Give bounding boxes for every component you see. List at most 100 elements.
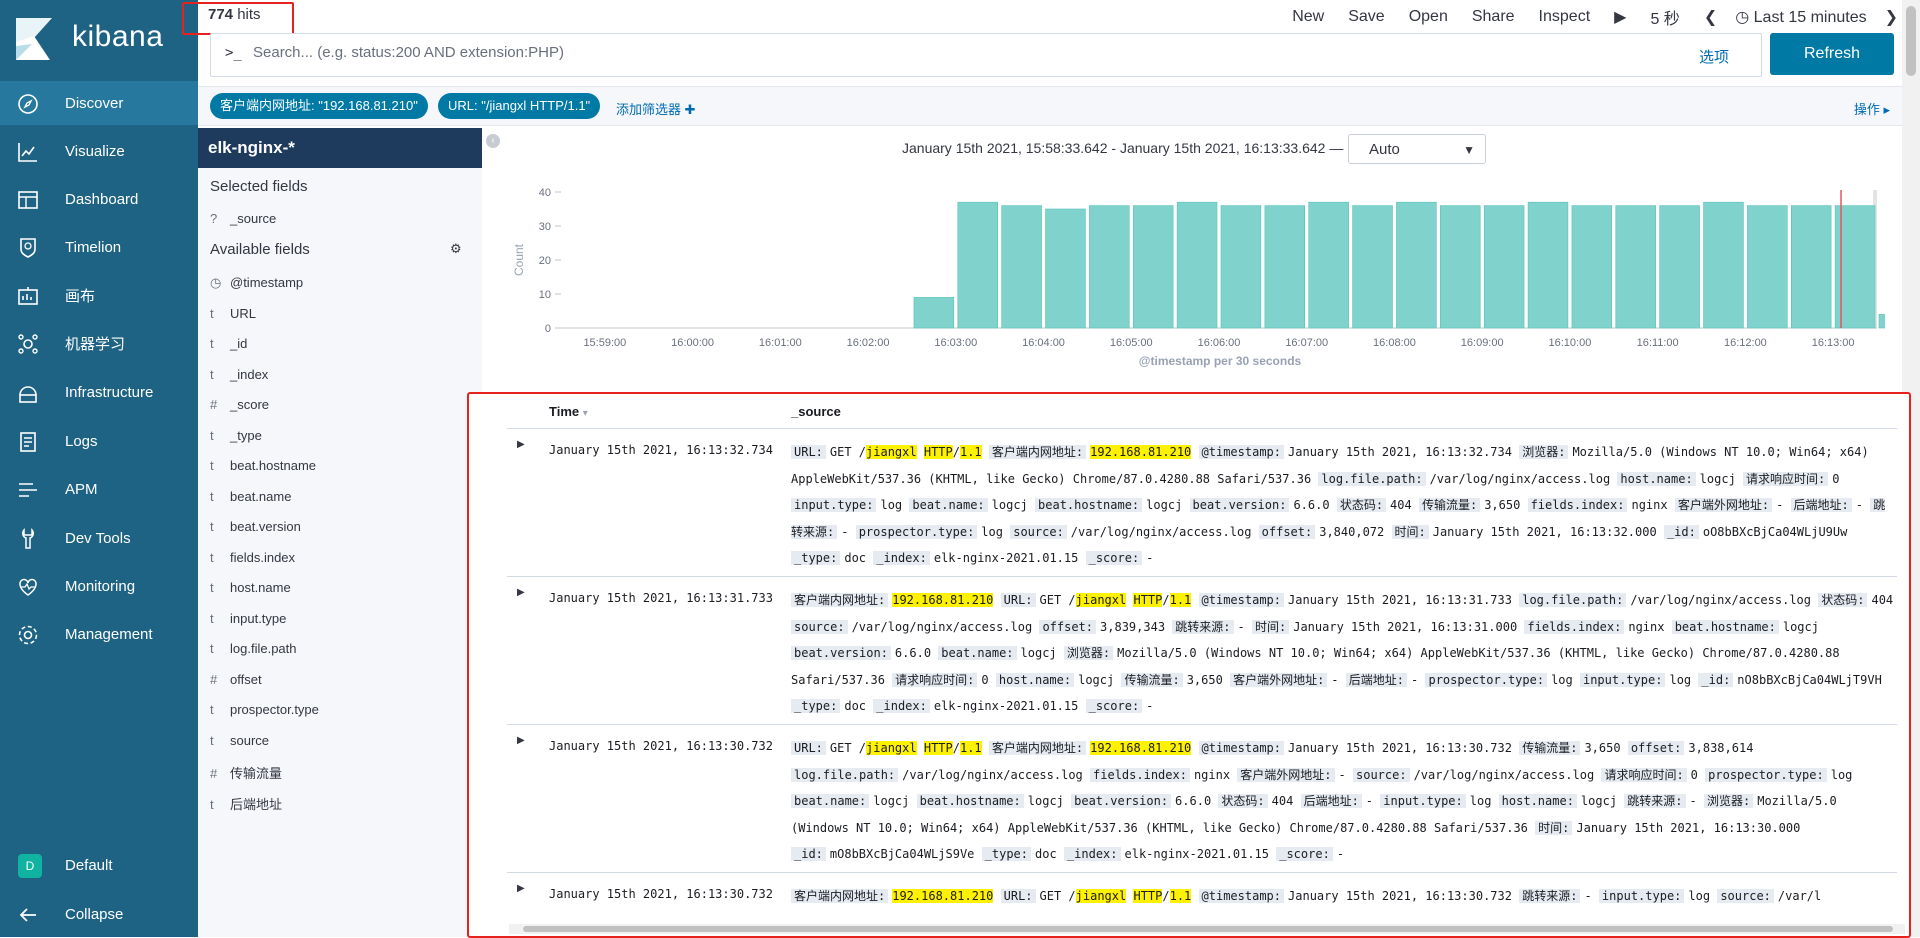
chevron-left-icon[interactable]: ❮: [1704, 7, 1717, 27]
scrollbar-thumb[interactable]: [1906, 6, 1916, 76]
space-selector[interactable]: D Default: [0, 843, 198, 887]
expand-row-icon[interactable]: ▶: [517, 735, 525, 746]
field-item[interactable]: ◷ @timestamp: [210, 275, 303, 291]
field-item[interactable]: t prospector.type: [210, 702, 319, 717]
source-value: -: [1146, 699, 1154, 713]
open-button[interactable]: Open: [1409, 8, 1448, 26]
source-key: _score:: [1276, 847, 1333, 861]
source-value: log: [1551, 672, 1573, 687]
source-value: doc: [844, 551, 867, 565]
kibana-logo[interactable]: kibana: [10, 14, 190, 64]
source-value: 6.6.0: [1293, 498, 1330, 512]
source-key: beat.version:: [791, 646, 891, 660]
field-item[interactable]: # _score: [210, 397, 269, 412]
collapse-button[interactable]: Collapse: [0, 892, 198, 936]
play-icon[interactable]: ▶: [1614, 7, 1626, 27]
actions-menu[interactable]: 操作 ▸: [1854, 99, 1890, 118]
filter-bar: 客户端内网地址: "192.168.81.210" URL: "/jiangxl…: [198, 86, 1902, 126]
time-picker[interactable]: ◷ Last 15 minutes: [1735, 7, 1866, 27]
options-button[interactable]: 选项: [1699, 46, 1729, 67]
field-item[interactable]: t 后端地址: [210, 794, 282, 813]
refresh-button[interactable]: Refresh: [1770, 33, 1894, 75]
source-field: 客户端内网地址: 192.168.81.210: [988, 445, 1192, 459]
source-value: 404: [1390, 498, 1412, 512]
source-field: 状态码: 404: [1336, 498, 1412, 512]
sidebar-item-infrastructure[interactable]: Infrastructure: [0, 370, 198, 414]
add-filter-button[interactable]: 添加筛选器 ✚: [616, 99, 696, 118]
filter-pill[interactable]: 客户端内网地址: "192.168.81.210": [210, 93, 428, 119]
highlighted-value: jiangxl: [866, 445, 917, 459]
source-field: 状态码: 404: [1818, 593, 1893, 607]
source-key: URL:: [791, 445, 826, 459]
source-field: log.file.path:/var/log/nginx/access.log: [1318, 471, 1610, 486]
sidebar-item-dashboard[interactable]: Dashboard: [0, 177, 198, 221]
field-item[interactable]: t source: [210, 733, 269, 748]
source-field: 客户端内网地址: 192.168.81.210: [791, 889, 994, 903]
field-item[interactable]: # offset: [210, 672, 262, 687]
expand-row-icon[interactable]: ▶: [517, 883, 525, 894]
sidebar-item-apm[interactable]: APM: [0, 467, 198, 511]
source-value: /: [1162, 889, 1170, 903]
source-key: _score:: [1085, 551, 1143, 565]
interval-select[interactable]: Auto ▼: [1348, 134, 1486, 164]
infrastructure-icon: [19, 386, 37, 403]
source-field: @timestamp: January 15th 2021, 16:13:31.7…: [1198, 593, 1512, 607]
sidebar-item-dev-tools[interactable]: Dev Tools: [0, 516, 198, 560]
source-key: 状态码:: [1218, 794, 1268, 808]
collapse-sidebar-icon[interactable]: ‹: [486, 134, 500, 148]
sidebar-item-canvas[interactable]: 画布: [0, 273, 198, 317]
field-item[interactable]: t beat.version: [210, 519, 301, 534]
index-pattern-title[interactable]: elk-nginx-*: [198, 128, 482, 168]
source-key: @timestamp:: [1198, 593, 1285, 607]
compass-icon: [18, 94, 38, 114]
sidebar-item-ml[interactable]: 机器学习: [0, 321, 198, 365]
expand-row-icon[interactable]: ▶: [517, 439, 525, 450]
refresh-interval[interactable]: 5 秒: [1650, 5, 1679, 29]
share-button[interactable]: Share: [1472, 8, 1515, 26]
field-item[interactable]: t log.file.path: [210, 641, 297, 656]
field-item[interactable]: t host.name: [210, 580, 291, 595]
sidebar-item-timelion[interactable]: Timelion: [0, 225, 198, 269]
field-item[interactable]: # 传输流量: [210, 763, 282, 782]
new-button[interactable]: New: [1292, 8, 1324, 26]
field-item[interactable]: t input.type: [210, 611, 286, 626]
filter-pill[interactable]: URL: "/jiangxl HTTP/1.1": [438, 93, 601, 119]
field-name: _type: [230, 427, 262, 443]
table-row[interactable]: ▶ January 15th 2021, 16:13:30.732 URL: GE…: [507, 724, 1897, 873]
source-value: logcj: [1027, 794, 1064, 808]
histogram-bar: [1483, 205, 1525, 329]
gear-icon[interactable]: ⚙: [450, 241, 462, 257]
histogram-bar: [1440, 205, 1481, 329]
field-type-icon: t: [210, 610, 214, 626]
field-item[interactable]: t beat.name: [210, 489, 291, 504]
source-value: GET /: [829, 741, 867, 755]
chevron-right-icon[interactable]: ❯: [1885, 7, 1898, 27]
field-item[interactable]: t fields.index: [210, 550, 295, 565]
horizontal-scrollbar[interactable]: [509, 924, 1905, 934]
sidebar-item-management[interactable]: Management: [0, 612, 198, 656]
sidebar-item-visualize[interactable]: Visualize: [0, 129, 198, 173]
sidebar-item-discover[interactable]: Discover: [0, 81, 198, 125]
time-column-header[interactable]: Time ▾: [549, 404, 588, 419]
inspect-button[interactable]: Inspect: [1539, 8, 1591, 26]
source-key: 客户端内网地址:: [791, 593, 889, 607]
field-item[interactable]: t _index: [210, 367, 268, 382]
field-item[interactable]: t URL: [210, 306, 256, 321]
source-key: 客户端内网地址:: [791, 889, 889, 903]
field-item[interactable]: t beat.hostname: [210, 458, 316, 473]
sidebar-item-monitoring[interactable]: Monitoring: [0, 564, 198, 608]
sidebar-item-label: Dev Tools: [65, 529, 131, 547]
source-key: 浏览器:: [1519, 445, 1569, 459]
expand-row-icon[interactable]: ▶: [517, 587, 525, 598]
search-bar[interactable]: >_ Search... (e.g. status:200 AND extens…: [210, 33, 1762, 77]
search-input[interactable]: Search... (e.g. status:200 AND extension…: [253, 44, 564, 61]
field-item[interactable]: ? _source: [210, 211, 276, 226]
source-field: _type: doc: [791, 699, 866, 713]
field-item[interactable]: t _type: [210, 428, 262, 443]
table-row[interactable]: ▶ January 15th 2021, 16:13:32.734 URL: GE…: [507, 428, 1897, 576]
save-button[interactable]: Save: [1348, 8, 1384, 26]
field-item[interactable]: t _id: [210, 336, 247, 351]
scrollbar-thumb[interactable]: [523, 926, 1893, 932]
table-row[interactable]: ▶ January 15th 2021, 16:13:31.733 客户端内网地…: [507, 576, 1897, 725]
sidebar-item-logs[interactable]: Logs: [0, 419, 198, 463]
